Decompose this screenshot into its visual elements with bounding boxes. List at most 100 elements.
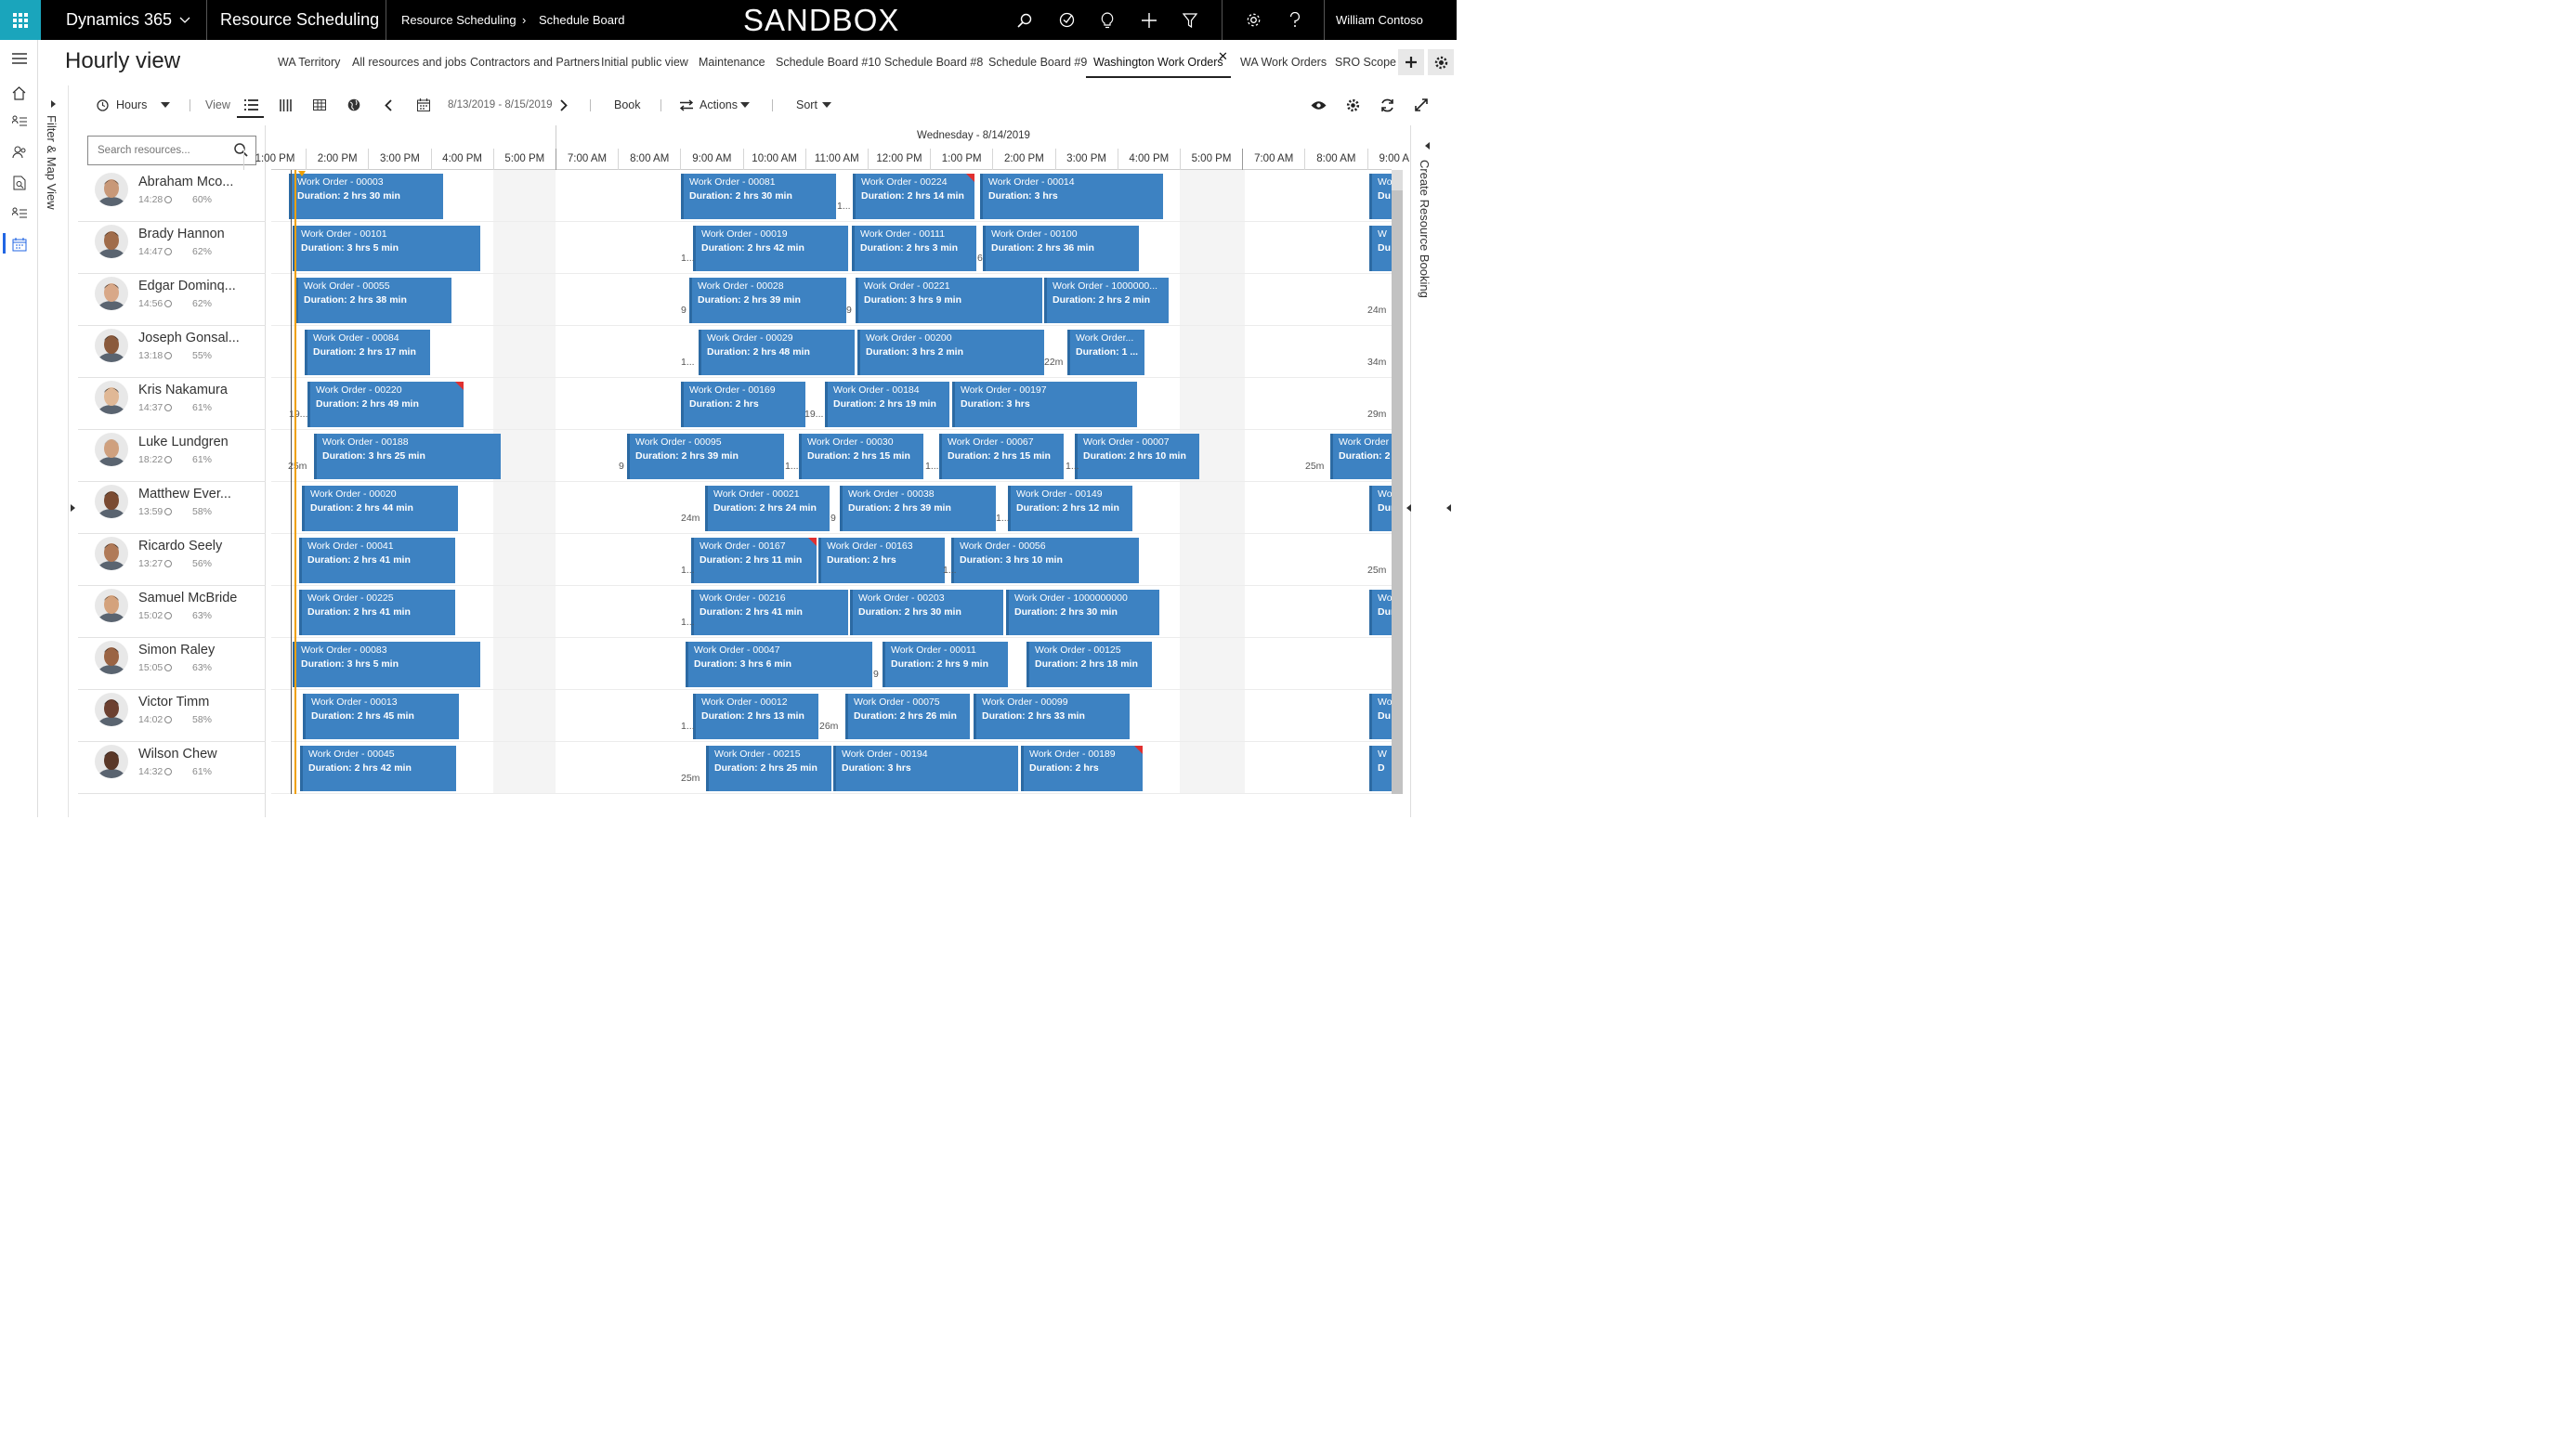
expand-create-panel-icon[interactable] <box>1425 142 1430 150</box>
hours-dropdown[interactable]: Hours <box>116 87 147 123</box>
task-check-icon[interactable] <box>1051 0 1082 40</box>
booking-block[interactable]: Work Order - 00021 Duration: 2 hrs 24 min <box>705 486 830 531</box>
booking-block[interactable]: Work Order - 00029 Duration: 2 hrs 48 min <box>699 330 855 375</box>
booking-block[interactable]: Work Order - 00084 Duration: 2 hrs 17 min <box>305 330 430 375</box>
booking-block[interactable]: Work Order - 00224 Duration: 2 hrs 14 min <box>853 174 974 219</box>
vertical-view-icon[interactable] <box>276 87 294 123</box>
booking-block[interactable]: Work Order - 00194 Duration: 3 hrs <box>833 746 1018 791</box>
resource-name[interactable]: Luke Lundgren <box>138 435 229 449</box>
calendar-picker-icon[interactable] <box>414 87 433 123</box>
caret-down-icon[interactable] <box>739 87 751 123</box>
tab-sro-scope[interactable]: SRO Scope <box>1335 46 1396 78</box>
home-icon[interactable] <box>0 78 38 108</box>
booking-block[interactable]: Wo Du <box>1369 174 1392 219</box>
booking-block[interactable]: W Du <box>1369 226 1392 271</box>
resource-row[interactable]: Ricardo Seely 13:27 56% <box>78 534 266 586</box>
booking-block[interactable]: Work Order - 00067 Duration: 2 hrs 15 min <box>939 434 1064 479</box>
booking-block[interactable]: Work Order - 00225 Duration: 2 hrs 41 min <box>299 590 455 635</box>
resource-name[interactable]: Joseph Gonsal... <box>138 331 240 345</box>
resource-name[interactable]: Matthew Ever... <box>138 487 231 501</box>
close-tab-icon[interactable]: ✕ <box>1218 49 1228 64</box>
expand-icon[interactable] <box>1412 87 1431 123</box>
booking-block[interactable]: Work Order - 00012 Duration: 2 hrs 13 min <box>693 694 818 739</box>
resource-name[interactable]: Abraham Mco... <box>138 175 233 189</box>
settings-icon[interactable] <box>1343 87 1362 123</box>
search-icon[interactable] <box>1009 0 1040 40</box>
booking-block[interactable]: Work Order - 00100 Duration: 2 hrs 36 min <box>983 226 1139 271</box>
booking-block[interactable]: Work Order - 00045 Duration: 2 hrs 42 min <box>300 746 456 791</box>
booking-block[interactable]: Work Order - 00047 Duration: 3 hrs 6 min <box>686 642 872 687</box>
booking-block[interactable]: Work Order - 00125 Duration: 2 hrs 18 min <box>1026 642 1152 687</box>
booking-block[interactable]: Work Order - 00215 Duration: 2 hrs 25 min <box>706 746 831 791</box>
booking-block[interactable]: Work Order - 00083 Duration: 3 hrs 5 min <box>293 642 480 687</box>
board-settings-icon[interactable] <box>1428 49 1454 75</box>
date-range[interactable]: 8/13/2019 - 8/15/2019 <box>448 87 553 123</box>
book-button[interactable]: Book <box>614 87 641 123</box>
filter-icon[interactable] <box>1174 0 1206 40</box>
tab-all-resources[interactable]: All resources and jobs <box>352 46 466 78</box>
tab-initial-public-view[interactable]: Initial public view <box>601 46 688 78</box>
booking-block[interactable]: Work Order - 00007 Duration: 2 hrs 10 min <box>1075 434 1199 479</box>
actions-dropdown[interactable]: Actions <box>700 87 738 123</box>
booking-block[interactable]: Wo Dur <box>1369 590 1392 635</box>
booking-block[interactable]: Work Order - 00075 Duration: 2 hrs 26 min <box>845 694 970 739</box>
resource-name[interactable]: Simon Raley <box>138 643 215 657</box>
resource-name[interactable]: Ricardo Seely <box>138 539 222 553</box>
add-icon[interactable] <box>1133 0 1165 40</box>
app-name[interactable]: Dynamics 365 <box>66 0 172 40</box>
breadcrumb-item[interactable]: Resource Scheduling <box>401 0 517 40</box>
booking-block[interactable]: Work Order - 1000000... Duration: 2 hrs 2… <box>1044 278 1169 323</box>
collapse-panel-icon[interactable] <box>1406 504 1411 512</box>
scrollbar-thumb[interactable] <box>1392 190 1403 794</box>
booking-block[interactable]: Work Order - 00163 Duration: 2 hrs <box>818 538 945 583</box>
booking-block[interactable]: Work Order - 00020 Duration: 2 hrs 44 min <box>302 486 458 531</box>
tab-wa-work-orders[interactable]: WA Work Orders <box>1240 46 1327 78</box>
gear-icon[interactable] <box>1237 0 1269 40</box>
expand-panel-icon[interactable] <box>71 504 75 512</box>
swap-arrows-icon[interactable] <box>678 87 695 123</box>
booking-block[interactable]: Work Order - 00167 Duration: 2 hrs 11 min <box>691 538 817 583</box>
booking-block[interactable]: Work Order - 00149 Duration: 2 hrs 12 min <box>1008 486 1132 531</box>
create-resource-booking-label[interactable]: Create Resource Booking <box>1418 160 1432 308</box>
collapse-panel-icon[interactable] <box>1446 504 1451 512</box>
globe-icon[interactable] <box>345 87 363 123</box>
document-search-icon[interactable] <box>0 168 38 198</box>
hamburger-menu-icon[interactable] <box>0 43 38 74</box>
resource-row[interactable]: Matthew Ever... 13:59 58% <box>78 482 266 534</box>
booking-block[interactable]: Wo Du <box>1369 694 1392 739</box>
list-people-icon[interactable] <box>0 107 38 137</box>
booking-block[interactable]: Work Order - 1000000000 Duration: 2 hrs 3… <box>1006 590 1159 635</box>
booking-block[interactable]: Work Order - 00013 Duration: 2 hrs 45 min <box>303 694 459 739</box>
booking-block[interactable]: Work Order - 00081 Duration: 2 hrs 30 min <box>681 174 836 219</box>
add-board-button[interactable] <box>1398 49 1424 75</box>
resource-row[interactable]: Brady Hannon 14:47 62% <box>78 222 266 274</box>
resource-row[interactable]: Edgar Dominq... 14:56 62% <box>78 274 266 326</box>
booking-block[interactable]: Work Order - 00221 Duration: 3 hrs 9 min <box>856 278 1042 323</box>
resource-name[interactable]: Edgar Dominq... <box>138 279 236 293</box>
resource-name[interactable]: Victor Timm <box>138 695 209 709</box>
resource-row[interactable]: Victor Timm 14:02 58% <box>78 690 266 742</box>
booking-block[interactable]: Work Order - 00184 Duration: 2 hrs 19 min <box>825 382 949 427</box>
help-icon[interactable] <box>1279 0 1311 40</box>
resource-row[interactable]: Simon Raley 15:05 63% <box>78 638 266 690</box>
tab-schedule-board-9[interactable]: Schedule Board #9 <box>988 46 1087 78</box>
booking-block[interactable]: Work Order - 00038 Duration: 2 hrs 39 min <box>840 486 996 531</box>
people-icon[interactable] <box>0 137 38 167</box>
app-launcher-icon[interactable] <box>0 0 41 40</box>
booking-block[interactable]: Work Order - 00028 Duration: 2 hrs 39 min <box>689 278 846 323</box>
booking-block[interactable]: Work Order - 00014 Duration: 3 hrs <box>980 174 1163 219</box>
filter-map-view-label[interactable]: Filter & Map View <box>45 115 59 217</box>
search-box[interactable] <box>87 136 256 165</box>
booking-block[interactable]: Work Order... Duration: 1 ... <box>1067 330 1144 375</box>
booking-block[interactable]: Work Order - 00056 Duration: 3 hrs 10 min <box>951 538 1139 583</box>
booking-block[interactable]: Work Order - 00111 Duration: 2 hrs 3 min <box>852 226 976 271</box>
booking-block[interactable]: Work Order - 00216 Duration: 2 hrs 41 min <box>691 590 848 635</box>
booking-block[interactable]: Work Order - 00030 Duration: 2 hrs 15 min <box>799 434 923 479</box>
booking-block[interactable]: Work Order - 00200 Duration: 3 hrs 2 min <box>857 330 1044 375</box>
user-name[interactable]: William Contoso <box>1336 0 1423 40</box>
resource-row[interactable]: Samuel McBride 15:02 63% <box>78 586 266 638</box>
tab-wa-territory[interactable]: WA Territory <box>278 46 340 78</box>
breadcrumb-item[interactable]: Schedule Board <box>539 0 625 40</box>
sort-dropdown[interactable]: Sort <box>796 87 817 123</box>
booking-block[interactable]: Work Order - 00055 Duration: 2 hrs 38 min <box>295 278 451 323</box>
